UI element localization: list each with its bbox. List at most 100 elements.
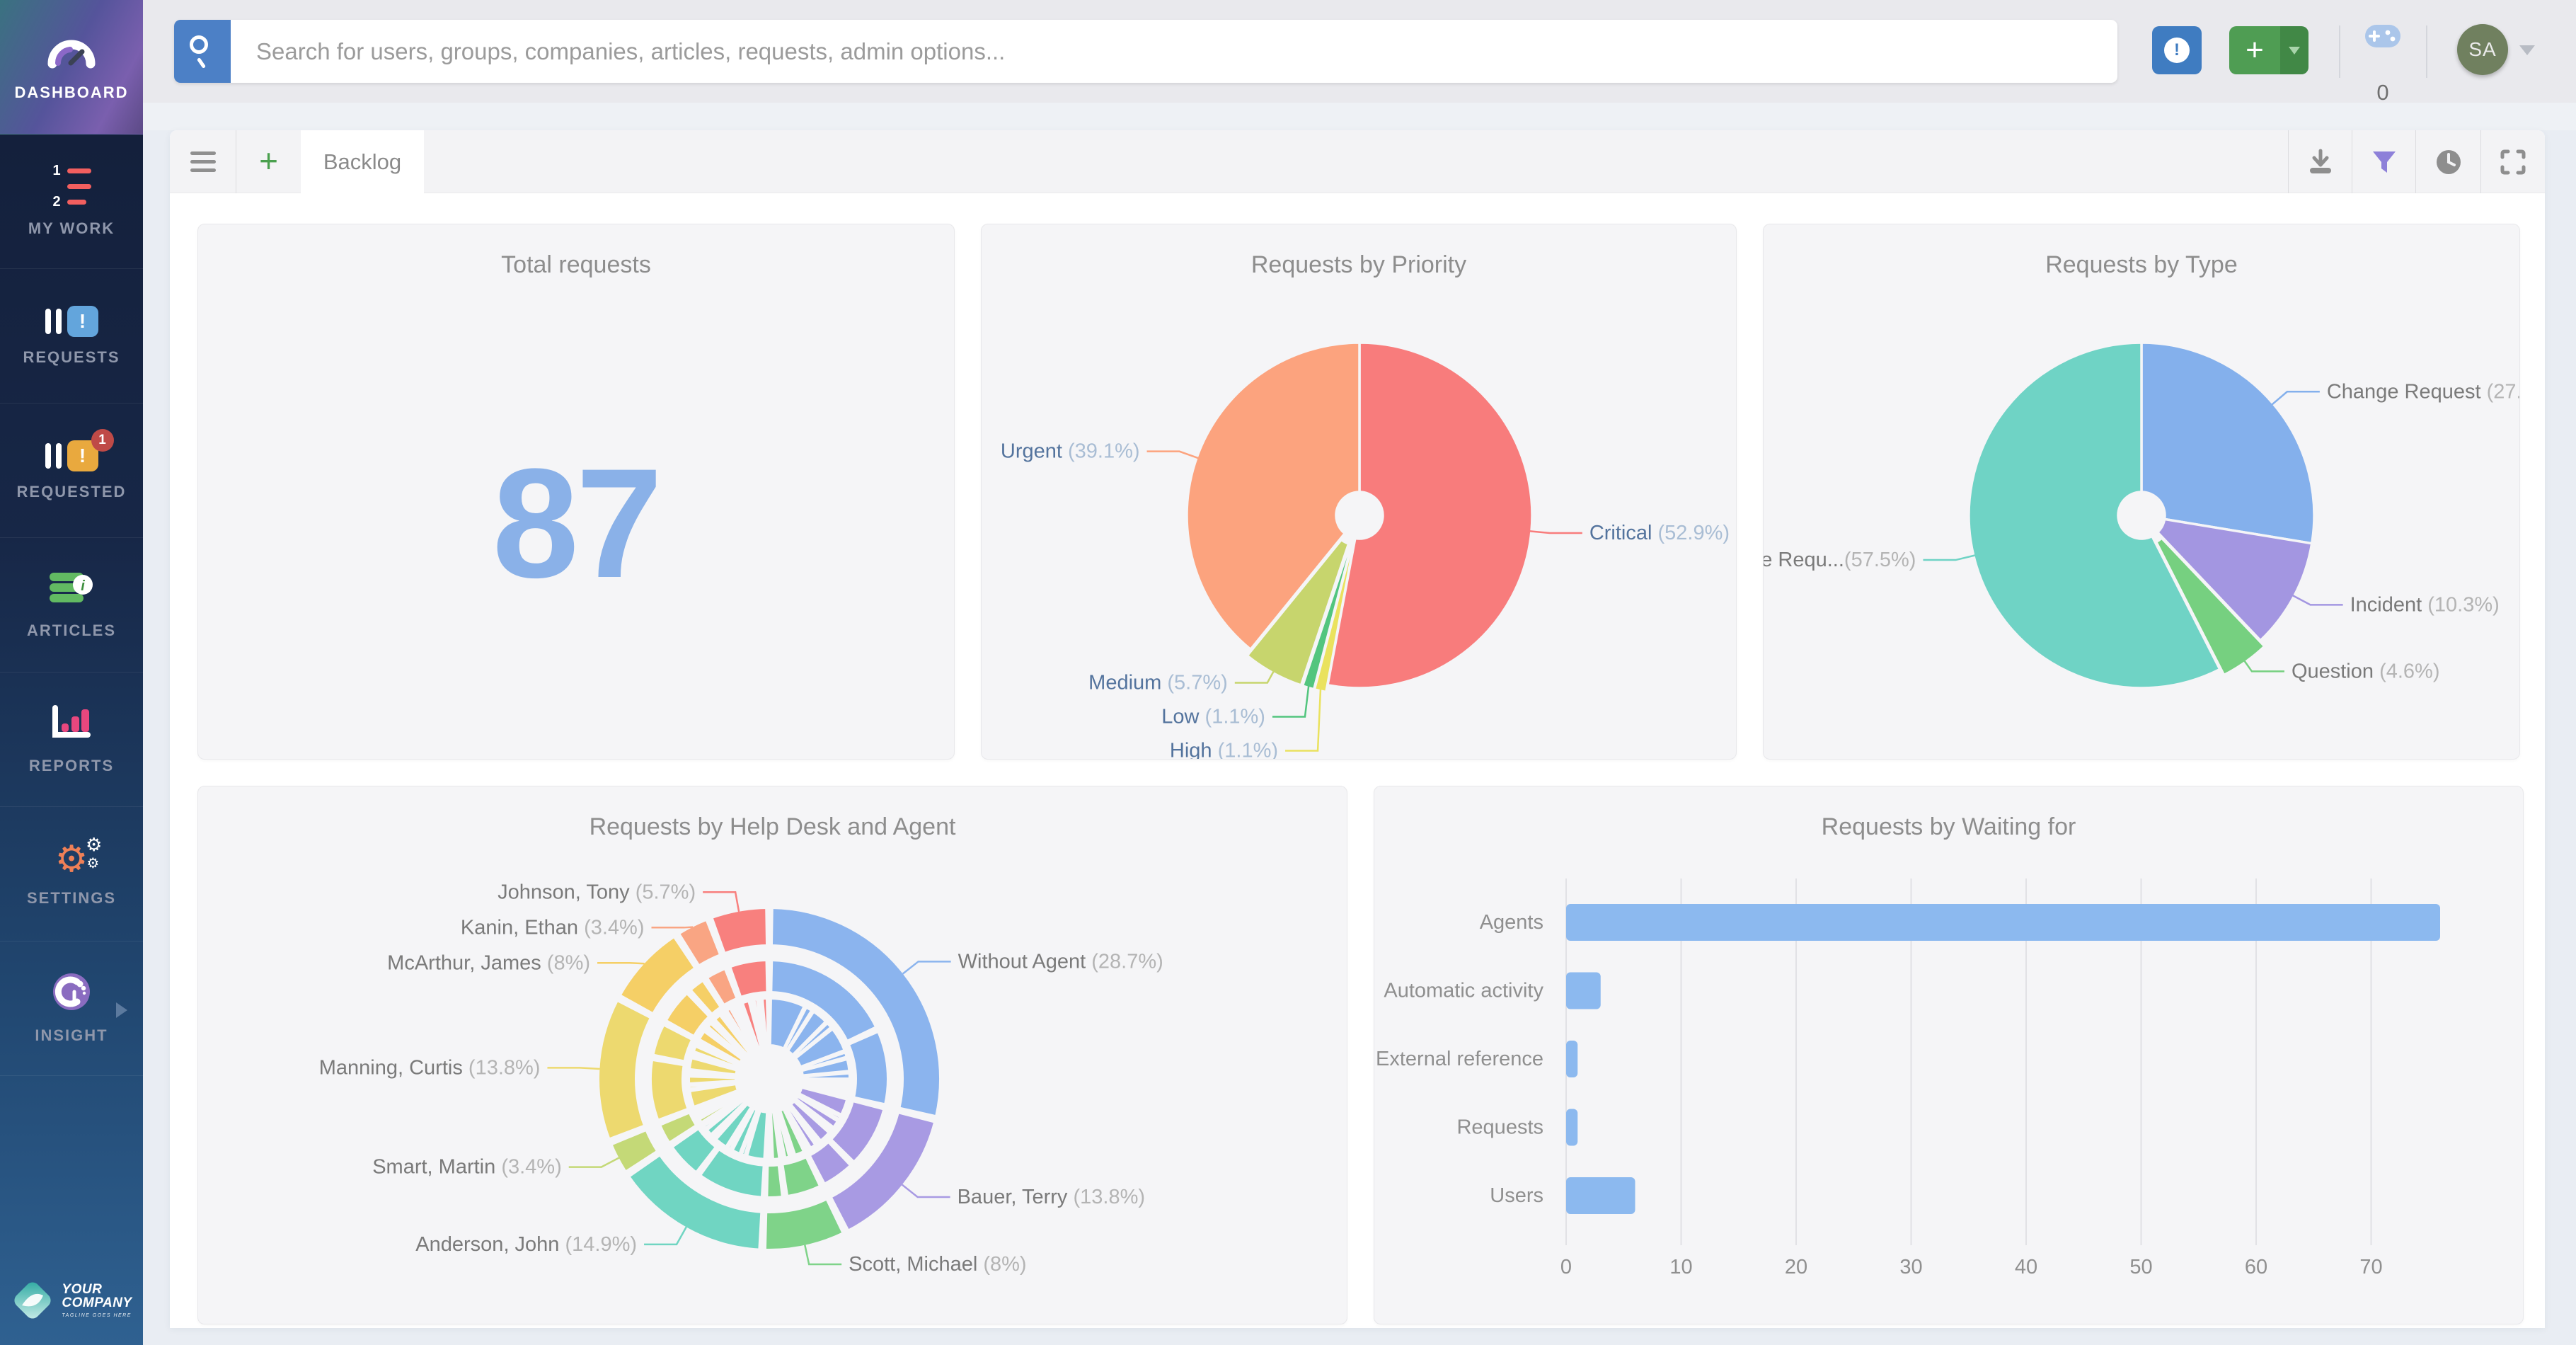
svg-text:McArthur, James (8%): McArthur, James (8%) — [387, 951, 590, 974]
svg-text:70: 70 — [2359, 1256, 2382, 1278]
search-icon — [190, 35, 208, 54]
topbar: + 0 SA — [143, 0, 2576, 103]
svg-text:External reference: External reference — [1376, 1048, 1543, 1070]
sidebar-item-reports[interactable]: REPORTS — [0, 672, 143, 807]
svg-text:Manning, Curtis (13.8%): Manning, Curtis (13.8%) — [319, 1056, 541, 1079]
global-search — [174, 20, 2117, 83]
gear-icon: ⚙ ⚙ ⚙ — [55, 841, 88, 878]
history-button[interactable] — [2416, 130, 2480, 193]
svg-text:Automatic activity: Automatic activity — [1384, 980, 1543, 1002]
svg-text:40: 40 — [2015, 1256, 2037, 1278]
download-button[interactable] — [2289, 130, 2352, 193]
svg-text:Smart, Martin (3.4%): Smart, Martin (3.4%) — [372, 1156, 562, 1179]
card-title: Total requests — [198, 251, 954, 279]
points-counter[interactable]: 0 — [2363, 24, 2403, 105]
svg-text:50: 50 — [2129, 1256, 2152, 1278]
add-tab-button[interactable]: + — [236, 130, 301, 193]
svg-text:Anderson, John (14.9%): Anderson, John (14.9%) — [415, 1233, 637, 1256]
card-requests-by-helpdesk-agent: Requests by Help Desk and Agent Without … — [197, 786, 1347, 1324]
sidebar-item-label: REQUESTS — [23, 348, 120, 367]
svg-text:10: 10 — [1669, 1256, 1692, 1278]
svg-text:Critical (52.9%): Critical (52.9%) — [1589, 522, 1730, 544]
points-count: 0 — [2363, 80, 2403, 105]
filter-button[interactable] — [2352, 130, 2415, 193]
alert-button[interactable] — [2152, 26, 2202, 74]
svg-text:Bauer, Terry (13.8%): Bauer, Terry (13.8%) — [958, 1186, 1145, 1208]
avatar[interactable]: SA — [2457, 24, 2508, 75]
gauge-icon — [47, 32, 96, 72]
requests-icon — [45, 306, 98, 337]
sidebar-item-label: DASHBOARD — [15, 84, 129, 102]
sidebar-item-my-work[interactable]: 1 1 2 MY WORK — [0, 134, 143, 269]
sidebar-item-label: MY WORK — [28, 219, 115, 238]
sidebar-item-label: ARTICLES — [27, 622, 116, 640]
search-button[interactable] — [174, 20, 231, 83]
svg-text:20: 20 — [1785, 1256, 1807, 1278]
hamburger-icon — [190, 151, 216, 172]
svg-text:ice Requ...(57.5%): ice Requ...(57.5%) — [1764, 549, 1916, 571]
svg-text:Incident (10.3%): Incident (10.3%) — [2350, 593, 2500, 616]
sidebar-item-articles[interactable]: i ARTICLES — [0, 538, 143, 672]
svg-text:Question (4.6%): Question (4.6%) — [2292, 660, 2440, 682]
clock-icon — [2434, 147, 2463, 177]
card-requests-by-priority: Requests by Priority Critical (52.9%)Hig… — [981, 224, 1737, 760]
svg-text:Johnson, Tony (5.7%): Johnson, Tony (5.7%) — [498, 881, 696, 903]
sidebar-item-requested[interactable]: 1 REQUESTED — [0, 404, 143, 538]
svg-text:Requests: Requests — [1456, 1116, 1543, 1139]
card-requests-by-type: Requests by Type Change Request (27.6%)I… — [1763, 224, 2520, 760]
fullscreen-icon — [2498, 147, 2528, 177]
company-tagline: TAGLINE GOES HERE — [62, 1313, 132, 1318]
sidebar-item-dashboard[interactable]: DASHBOARD — [0, 0, 143, 134]
sidebar-item-requests[interactable]: REQUESTS — [0, 269, 143, 404]
filter-icon — [2370, 148, 2398, 176]
fullscreen-button[interactable] — [2481, 130, 2545, 193]
svg-text:Scott, Michael (8%): Scott, Michael (8%) — [849, 1253, 1026, 1276]
svg-text:Without Agent (28.7%): Without Agent (28.7%) — [958, 950, 1163, 973]
type-pie-chart: Change Request (27.6%) Incident (10.3%) Qu… — [1764, 224, 2520, 760]
avatar-menu-caret[interactable] — [2519, 45, 2535, 55]
plus-icon[interactable]: + — [2229, 26, 2280, 74]
total-requests-value: 87 — [198, 445, 954, 601]
sidebar-item-label: REPORTS — [29, 757, 114, 775]
bar-chart-icon — [50, 704, 93, 745]
tab-menu-button[interactable] — [170, 130, 236, 193]
plus-icon: + — [259, 144, 278, 177]
expand-arrow-icon[interactable] — [116, 1002, 127, 1018]
svg-text:Change Request (27.6%): Change Request (27.6%) — [2327, 380, 2520, 403]
svg-text:i: i — [81, 578, 85, 594]
svg-text:Agents: Agents — [1480, 911, 1543, 934]
svg-text:Urgent (39.1%): Urgent (39.1%) — [1001, 440, 1140, 463]
priority-pie-chart: Critical (52.9%)High (1.1%)Low (1.1%)Med… — [982, 224, 1737, 760]
sidebar-item-settings[interactable]: ⚙ ⚙ ⚙ SETTINGS — [0, 807, 143, 942]
requested-icon: 1 — [45, 440, 98, 471]
sidebar-item-label: REQUESTED — [17, 483, 127, 501]
card-requests-by-waiting-for: Requests by Waiting for 010203040506070A… — [1374, 786, 2524, 1324]
waiting-bar-chart: 0 10 20 30 40 50 60 70 Agents Automatic activity E… — [1374, 786, 2524, 1324]
download-icon — [2306, 147, 2335, 177]
sidebar-item-insight[interactable]: INSIGHT — [0, 942, 143, 1076]
new-request-button[interactable]: + — [2229, 26, 2308, 74]
divider — [2339, 25, 2340, 78]
svg-text:60: 60 — [2245, 1256, 2267, 1278]
chevron-down-icon — [2289, 47, 2300, 55]
exclamation-icon — [2164, 38, 2190, 63]
svg-text:0: 0 — [1560, 1256, 1572, 1278]
card-total-requests: Total requests 87 — [197, 224, 955, 760]
tab-backlog[interactable]: Backlog — [301, 130, 424, 194]
numbered-list-icon: 1 1 2 — [52, 166, 91, 208]
controller-icon — [2364, 24, 2401, 48]
svg-text:High (1.1%): High (1.1%) — [1170, 740, 1278, 760]
articles-icon: i — [48, 570, 95, 610]
company-name-line2: COMPANY — [62, 1296, 132, 1310]
svg-text:30: 30 — [1899, 1256, 1922, 1278]
divider — [2426, 25, 2427, 78]
sidebar: DASHBOARD 1 1 2 MY WORK REQUESTS 1 REQUE… — [0, 0, 143, 1345]
search-input[interactable] — [231, 20, 2117, 83]
sidebar-item-label: INSIGHT — [35, 1026, 108, 1045]
new-request-dropdown[interactable] — [2280, 26, 2308, 74]
svg-text:Kanin, Ethan (3.4%): Kanin, Ethan (3.4%) — [461, 916, 645, 939]
svg-text:Low (1.1%): Low (1.1%) — [1161, 706, 1265, 728]
header-gap-band — [143, 103, 2576, 130]
requested-badge: 1 — [91, 429, 114, 452]
sidebar-item-label: SETTINGS — [27, 889, 116, 908]
